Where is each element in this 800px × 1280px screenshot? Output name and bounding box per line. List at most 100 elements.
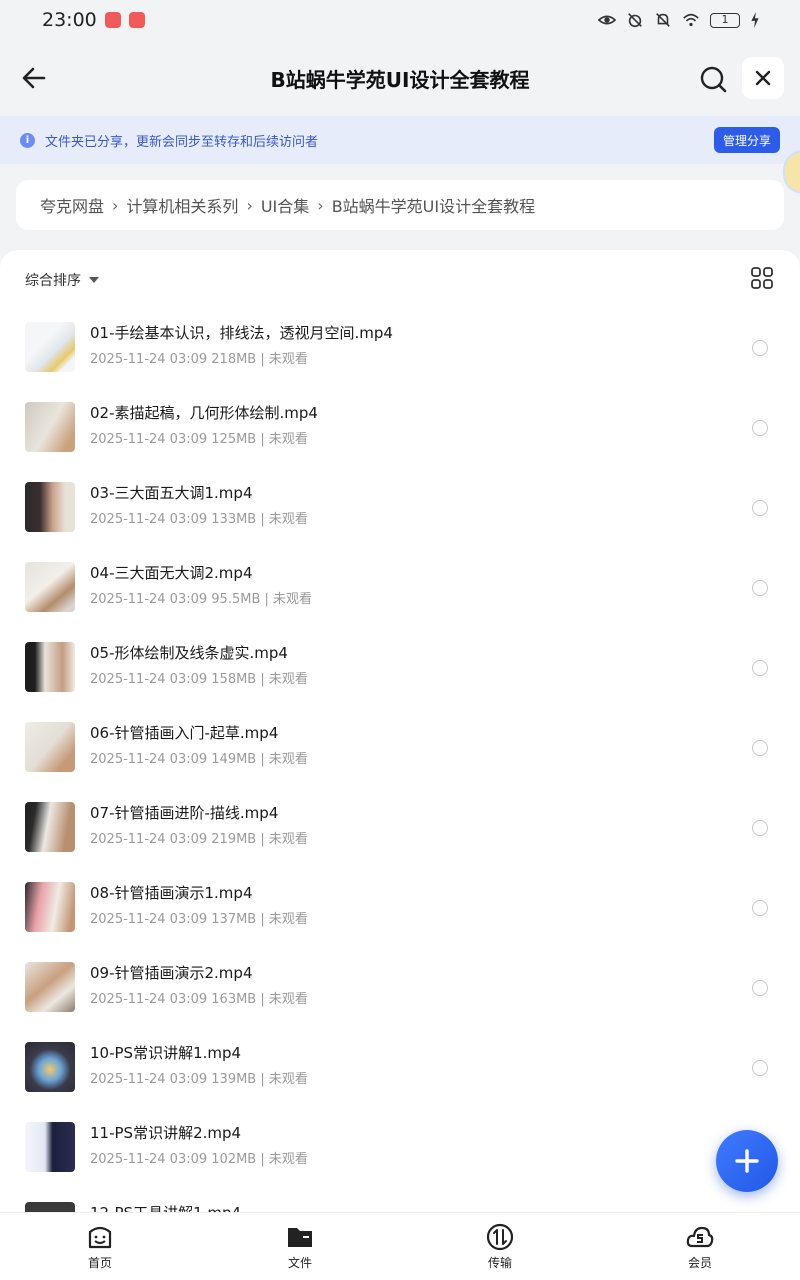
nav-label: 传输 [487, 1256, 512, 1270]
file-meta: 2025-11-24 03:09 137MB | 未观看 [90, 912, 308, 927]
file-meta: 2025-11-24 03:09 219MB | 未观看 [90, 832, 308, 847]
select-radio[interactable] [752, 420, 768, 436]
breadcrumb-current: B站蜗牛学苑UI设计全套教程 [331, 197, 536, 216]
app-bar: B站蜗牛学苑UI设计全套教程 [0, 40, 800, 114]
file-list-item[interactable]: 11-PS常识讲解2.mp4 2025-11-24 03:09 102MB | … [0, 1110, 800, 1190]
video-thumbnail [25, 562, 75, 612]
bell-off-icon [656, 13, 670, 27]
video-thumbnail [25, 802, 75, 852]
file-meta: 2025-11-24 03:09 102MB | 未观看 [90, 1152, 308, 1167]
file-meta: 2025-11-24 03:09 149MB | 未观看 [90, 752, 308, 767]
file-name: 08-针管插画演示1.mp4 [90, 884, 253, 902]
file-list-item[interactable]: 01-手绘基本认识，排线法，透视月空间.mp4 2025-11-24 03:09… [0, 310, 800, 390]
video-thumbnail [25, 482, 75, 532]
page-title: B站蜗牛学苑UI设计全套教程 [270, 68, 530, 92]
breadcrumb-root[interactable]: 夸克网盘 [40, 193, 104, 217]
breadcrumb-item[interactable]: UI合集 [261, 193, 309, 217]
chevron-right-icon: › [246, 195, 253, 215]
grid-view-icon[interactable] [751, 267, 773, 289]
video-thumbnail [25, 402, 75, 452]
file-list-item[interactable]: 09-针管插画演示2.mp4 2025-11-24 03:09 163MB | … [0, 950, 800, 1030]
share-banner-text: 文件夹已分享，更新会同步至转存和后续访问者 [45, 134, 319, 150]
file-list-item[interactable]: 06-针管插画入门-起草.mp4 2025-11-24 03:09 149MB … [0, 710, 800, 790]
close-icon [755, 70, 771, 86]
eye-icon [598, 15, 616, 25]
info-icon: i [20, 132, 35, 148]
file-list-item[interactable]: 08-针管插画演示1.mp4 2025-11-24 03:09 137MB | … [0, 870, 800, 950]
file-name: 07-针管插画进阶-描线.mp4 [90, 804, 279, 822]
caret-down-icon [89, 277, 99, 283]
share-banner: i 文件夹已分享，更新会同步至转存和后续访问者 管理分享 [0, 116, 800, 164]
file-name: 05-形体绘制及线条虚实.mp4 [90, 644, 288, 662]
file-name: 03-三大面五大调1.mp4 [90, 484, 253, 502]
nav-label: 文件 [287, 1256, 312, 1270]
file-meta: 2025-11-24 03:09 139MB | 未观看 [90, 1072, 308, 1087]
file-list-item[interactable]: 12-PS工具讲解1.mp4 [0, 1190, 800, 1212]
wifi-icon [683, 13, 699, 27]
file-meta: 2025-11-24 03:09 133MB | 未观看 [90, 512, 308, 527]
select-radio[interactable] [752, 660, 768, 676]
bottom-nav: 首页 文件 传输 会员 [0, 1212, 800, 1280]
home-smile-icon [88, 1226, 112, 1249]
file-list-item[interactable]: 05-形体绘制及线条虚实.mp4 2025-11-24 03:09 158MB … [0, 630, 800, 710]
folder-icon [288, 1228, 312, 1247]
file-meta: 2025-11-24 03:09 158MB | 未观看 [90, 672, 308, 687]
file-name: 11-PS常识讲解2.mp4 [90, 1124, 242, 1142]
file-list-item[interactable]: 07-针管插画进阶-描线.mp4 2025-11-24 03:09 219MB … [0, 790, 800, 870]
file-name: 01-手绘基本认识，排线法，透视月空间.mp4 [90, 324, 393, 342]
app-notification-icon [104, 12, 121, 28]
video-thumbnail [25, 1202, 75, 1212]
status-bar: 23:00 1 [0, 0, 800, 40]
plus-icon [735, 1149, 759, 1173]
select-radio[interactable] [752, 340, 768, 356]
video-thumbnail [25, 722, 75, 772]
select-radio[interactable] [752, 820, 768, 836]
file-list-panel: 综合排序 01-手绘基本认识，排线法，透视月空间.mp4 2025-11-24 … [0, 250, 800, 1212]
video-thumbnail [25, 642, 75, 692]
alarm-off-icon [628, 13, 642, 28]
breadcrumb: 夸克网盘 › 计算机相关系列 › UI合集 › B站蜗牛学苑UI设计全套教程 [16, 180, 784, 230]
file-list-item[interactable]: 02-素描起稿，几何形体绘制.mp4 2025-11-24 03:09 125M… [0, 390, 800, 470]
video-thumbnail [25, 962, 75, 1012]
video-thumbnail [25, 1042, 75, 1092]
select-radio[interactable] [752, 500, 768, 516]
file-name: 02-素描起稿，几何形体绘制.mp4 [90, 404, 318, 422]
video-thumbnail [25, 322, 75, 372]
file-list-item[interactable]: 03-三大面五大调1.mp4 2025-11-24 03:09 133MB | … [0, 470, 800, 550]
status-time: 23:00 [42, 9, 97, 31]
file-meta: 2025-11-24 03:09 95.5MB | 未观看 [90, 592, 313, 607]
cloud-s-icon [686, 1226, 714, 1248]
nav-item-files[interactable]: 文件 [240, 1222, 360, 1271]
battery-indicator: 1 [710, 12, 740, 28]
file-list-item[interactable]: 04-三大面无大调2.mp4 2025-11-24 03:09 95.5MB |… [0, 550, 800, 630]
file-meta: 2025-11-24 03:09 163MB | 未观看 [90, 992, 308, 1007]
file-meta: 2025-11-24 03:09 125MB | 未观看 [90, 432, 308, 447]
file-list-item[interactable]: 10-PS常识讲解1.mp4 2025-11-24 03:09 139MB | … [0, 1030, 800, 1110]
charging-icon [751, 11, 759, 29]
add-button[interactable] [716, 1130, 778, 1192]
nav-item-vip[interactable]: 会员 [640, 1222, 760, 1271]
search-icon[interactable] [698, 64, 728, 94]
chevron-right-icon: › [112, 195, 119, 215]
sort-dropdown[interactable]: 综合排序 [25, 270, 99, 290]
video-thumbnail [25, 1122, 75, 1172]
select-radio[interactable] [752, 1060, 768, 1076]
manage-share-button[interactable]: 管理分享 [713, 127, 780, 153]
select-radio[interactable] [752, 740, 768, 756]
file-name: 09-针管插画演示2.mp4 [90, 964, 253, 982]
file-name: 12-PS工具讲解1.mp4 [90, 1202, 241, 1212]
file-meta: 2025-11-24 03:09 218MB | 未观看 [90, 352, 308, 367]
select-radio[interactable] [752, 900, 768, 916]
file-name: 04-三大面无大调2.mp4 [90, 564, 253, 582]
nav-item-transfer[interactable]: 传输 [440, 1222, 560, 1271]
nav-label: 会员 [687, 1256, 712, 1270]
sort-label: 综合排序 [25, 273, 81, 289]
select-radio[interactable] [752, 580, 768, 596]
breadcrumb-item[interactable]: 计算机相关系列 [126, 193, 238, 217]
select-radio[interactable] [752, 980, 768, 996]
file-name: 10-PS常识讲解1.mp4 [90, 1044, 242, 1062]
file-name: 06-针管插画入门-起草.mp4 [90, 724, 279, 742]
video-thumbnail [25, 882, 75, 932]
close-button[interactable] [742, 57, 784, 99]
nav-item-home[interactable]: 首页 [40, 1222, 160, 1271]
